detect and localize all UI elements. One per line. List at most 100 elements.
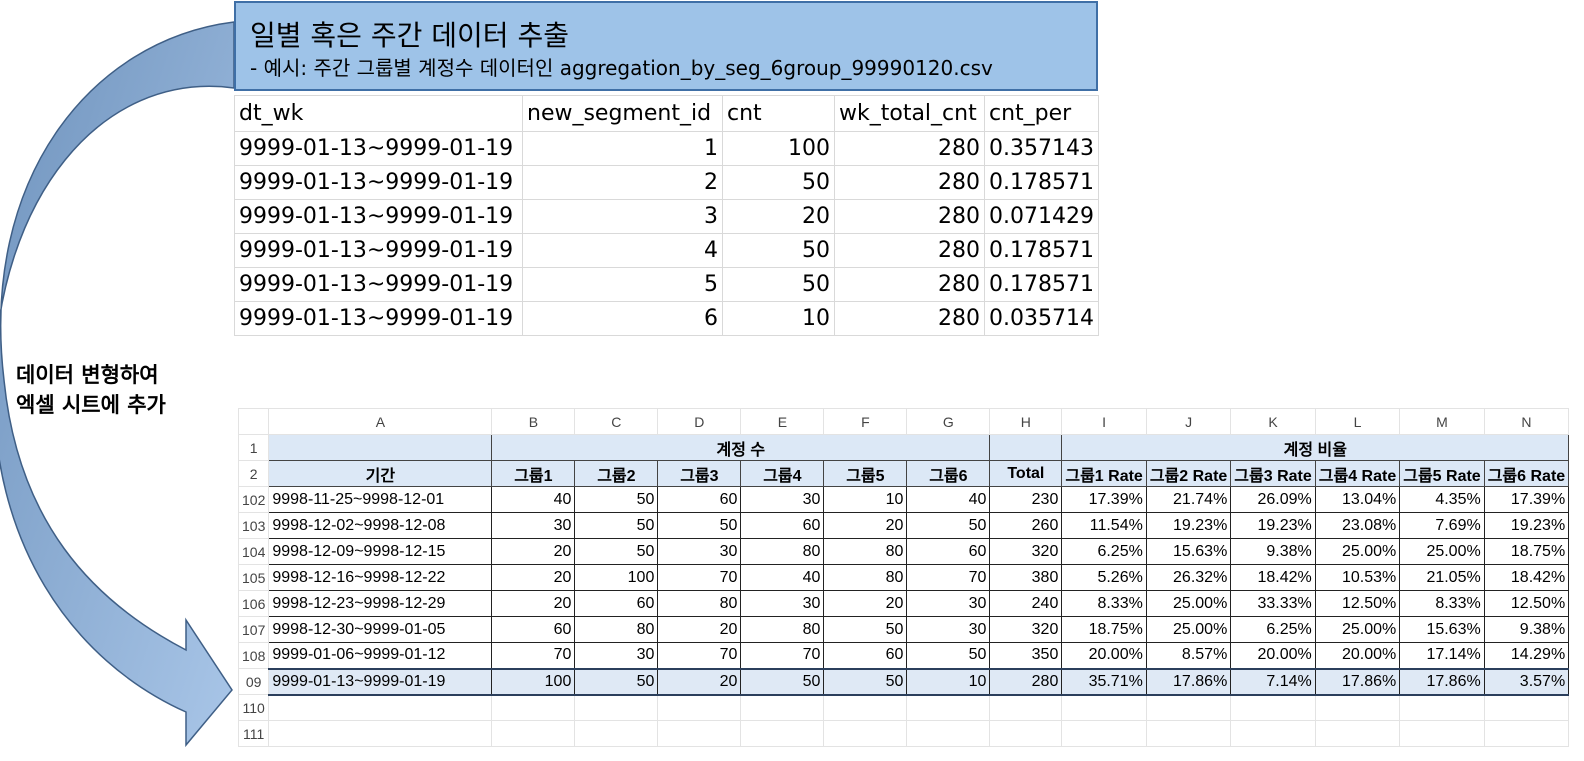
cell[interactable]: 320 <box>989 538 1063 565</box>
cell[interactable]: 20 <box>491 564 576 591</box>
cell[interactable]: 20 <box>823 512 908 539</box>
cell[interactable]: 26.32% <box>1145 564 1232 591</box>
cell[interactable]: 60 <box>823 642 908 669</box>
cell[interactable] <box>989 720 1063 747</box>
row-header[interactable]: 108 <box>237 642 270 669</box>
column-header[interactable]: G <box>906 408 991 435</box>
cell[interactable]: 10 <box>823 486 908 513</box>
column-label-cell[interactable]: 그룹5 Rate <box>1399 460 1485 487</box>
cell[interactable]: 9998-12-16~9998-12-22 <box>268 564 493 591</box>
column-label-cell[interactable]: 그룹5 <box>823 460 908 487</box>
cell[interactable]: 80 <box>740 616 825 643</box>
column-label-cell[interactable]: 그룹2 Rate <box>1145 460 1232 487</box>
cell[interactable]: 9.38% <box>1483 616 1570 643</box>
cell[interactable]: 80 <box>823 538 908 565</box>
cell[interactable]: 20 <box>491 538 576 565</box>
cell[interactable] <box>906 694 991 721</box>
cell[interactable]: 30 <box>574 642 659 669</box>
cell[interactable]: 380 <box>989 564 1063 591</box>
cell[interactable] <box>1483 720 1570 747</box>
ratio-group-header[interactable]: 계정 비율 <box>1061 434 1570 461</box>
row-header[interactable]: 103 <box>237 512 270 539</box>
column-header[interactable]: C <box>574 408 659 435</box>
row-header[interactable]: 2 <box>237 460 270 487</box>
cell[interactable] <box>268 694 493 721</box>
cell[interactable]: 60 <box>657 486 742 513</box>
cell[interactable]: 25.00% <box>1399 538 1485 565</box>
cell[interactable]: 9999-01-13~9999-01-19 <box>268 667 493 696</box>
cell[interactable]: 40 <box>906 486 991 513</box>
cell[interactable]: 9998-11-25~9998-12-01 <box>268 486 493 513</box>
row-header[interactable]: 111 <box>237 720 270 747</box>
cell[interactable]: 17.14% <box>1399 642 1485 669</box>
column-header[interactable]: K <box>1230 408 1316 435</box>
cell[interactable]: 30 <box>906 590 991 617</box>
cell[interactable] <box>1399 694 1485 721</box>
cell[interactable] <box>1230 694 1316 721</box>
row-header[interactable]: 1 <box>237 434 270 461</box>
cell[interactable]: 240 <box>989 590 1063 617</box>
cell[interactable] <box>268 720 493 747</box>
cell[interactable] <box>1061 720 1147 747</box>
cell[interactable]: 80 <box>657 590 742 617</box>
cell[interactable]: 21.74% <box>1145 486 1232 513</box>
row-header[interactable]: 106 <box>237 590 270 617</box>
column-label-cell[interactable]: 그룹6 <box>906 460 991 487</box>
row-header[interactable]: 104 <box>237 538 270 565</box>
column-header[interactable]: H <box>989 408 1063 435</box>
cell[interactable] <box>906 720 991 747</box>
cell[interactable] <box>657 694 742 721</box>
cell[interactable]: 260 <box>989 512 1063 539</box>
cell[interactable]: 15.63% <box>1145 538 1232 565</box>
cell[interactable]: 60 <box>740 512 825 539</box>
cell[interactable]: 30 <box>906 616 991 643</box>
cell[interactable]: 35.71% <box>1061 667 1147 696</box>
cell[interactable]: 6.25% <box>1230 616 1316 643</box>
column-label-cell[interactable]: 그룹4 Rate <box>1314 460 1401 487</box>
cell[interactable]: 18.75% <box>1483 538 1570 565</box>
cell[interactable]: 19.23% <box>1230 512 1316 539</box>
row-header[interactable]: 102 <box>237 486 270 513</box>
cell[interactable]: 18.75% <box>1061 616 1147 643</box>
cell[interactable] <box>1145 720 1232 747</box>
column-header[interactable]: L <box>1314 408 1401 435</box>
column-label-cell[interactable]: Total <box>989 460 1063 487</box>
cell[interactable]: 11.54% <box>1061 512 1147 539</box>
cell[interactable]: 70 <box>657 642 742 669</box>
cell[interactable] <box>1061 694 1147 721</box>
column-header[interactable]: B <box>491 408 576 435</box>
cell[interactable]: 10.53% <box>1314 564 1401 591</box>
cell[interactable]: 70 <box>740 642 825 669</box>
cell[interactable]: 80 <box>740 538 825 565</box>
row-header[interactable]: 110 <box>237 694 270 721</box>
cell[interactable] <box>1314 694 1401 721</box>
cell[interactable]: 25.00% <box>1314 538 1401 565</box>
cell[interactable]: 9999-01-06~9999-01-12 <box>268 642 493 669</box>
cell[interactable]: 20 <box>657 616 742 643</box>
cell[interactable]: 3.57% <box>1483 667 1570 696</box>
cell[interactable]: 17.86% <box>1314 667 1401 696</box>
cell[interactable]: 23.08% <box>1314 512 1401 539</box>
cell[interactable]: 60 <box>906 538 991 565</box>
cell[interactable]: 30 <box>657 538 742 565</box>
cell[interactable]: 50 <box>574 667 659 696</box>
column-label-cell[interactable]: 그룹3 Rate <box>1230 460 1316 487</box>
cell[interactable]: 70 <box>906 564 991 591</box>
cell[interactable] <box>1145 694 1232 721</box>
cell[interactable]: 8.33% <box>1061 590 1147 617</box>
cell[interactable]: 20.00% <box>1314 642 1401 669</box>
cell[interactable] <box>657 720 742 747</box>
cell[interactable]: 100 <box>491 667 576 696</box>
cell[interactable]: 9998-12-09~9998-12-15 <box>268 538 493 565</box>
row-header[interactable]: 105 <box>237 564 270 591</box>
cell[interactable]: 50 <box>574 538 659 565</box>
cell[interactable] <box>1314 720 1401 747</box>
cell[interactable]: 25.00% <box>1145 616 1232 643</box>
cell[interactable]: 6.25% <box>1061 538 1147 565</box>
column-header[interactable]: N <box>1483 408 1570 435</box>
cell[interactable]: 12.50% <box>1483 590 1570 617</box>
cell[interactable]: 9.38% <box>1230 538 1316 565</box>
cell[interactable]: 80 <box>574 616 659 643</box>
cell[interactable]: 9998-12-30~9999-01-05 <box>268 616 493 643</box>
cell[interactable]: 50 <box>823 616 908 643</box>
